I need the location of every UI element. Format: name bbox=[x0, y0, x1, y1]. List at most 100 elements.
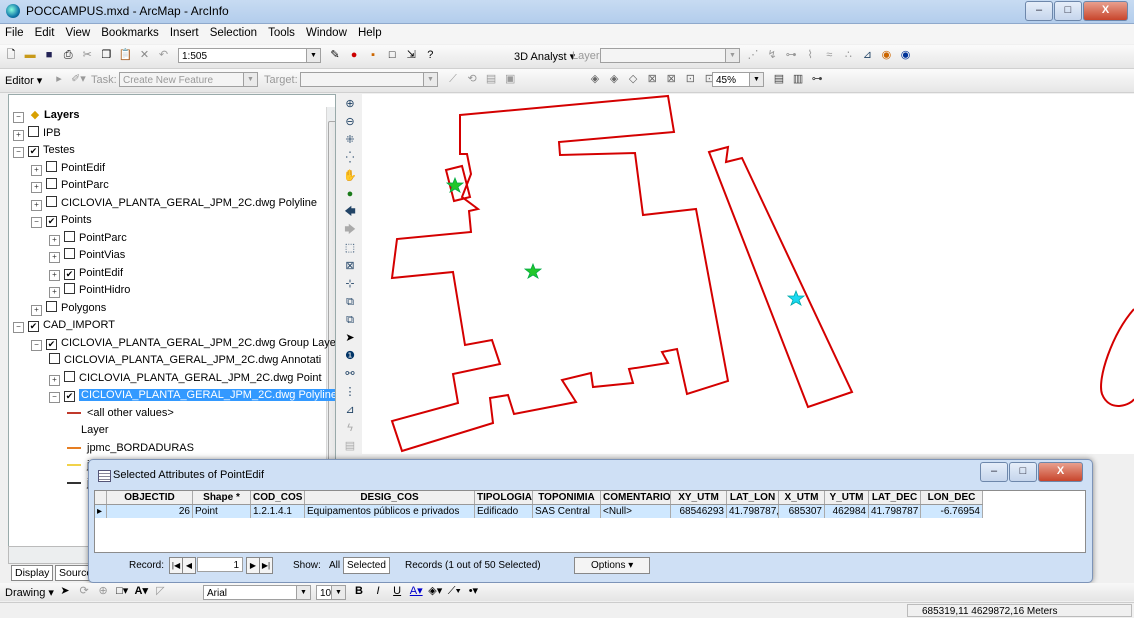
interpolate-line-icon[interactable]: ⋰ bbox=[746, 48, 760, 62]
editor-toolbar-icon[interactable]: ✎ bbox=[328, 48, 342, 62]
marker-color-icon[interactable]: •▾ bbox=[466, 584, 480, 598]
layer-checkbox[interactable] bbox=[46, 195, 57, 207]
zoom-in-icon[interactable]: ⊕ bbox=[342, 96, 358, 112]
table-cell[interactable]: Point bbox=[193, 505, 251, 518]
close-button[interactable]: X bbox=[1083, 1, 1128, 21]
table-cell[interactable]: 68546293 bbox=[671, 505, 727, 518]
line-symbol[interactable] bbox=[67, 481, 81, 484]
collapse-icon[interactable]: − bbox=[13, 147, 24, 158]
show-all-button[interactable]: All bbox=[329, 560, 340, 571]
editor-menu[interactable]: Editor ▾ bbox=[5, 74, 42, 87]
expand-icon[interactable]: + bbox=[31, 304, 42, 316]
line-color-icon[interactable]: ⟋▾ bbox=[447, 584, 461, 598]
layer-checkbox[interactable]: ✔ bbox=[46, 216, 57, 227]
python-icon[interactable]: ⇲ bbox=[404, 48, 418, 62]
table-cell[interactable]: 26 bbox=[107, 505, 193, 518]
steepest-path-icon[interactable]: ↯ bbox=[765, 48, 779, 62]
identify-layers-icon[interactable]: ⧉ bbox=[342, 294, 358, 310]
toc-item[interactable]: + PointParc bbox=[31, 177, 109, 194]
line-symbol[interactable] bbox=[67, 464, 81, 467]
toc-item[interactable]: Layer bbox=[81, 422, 109, 439]
layer-checkbox[interactable] bbox=[64, 230, 75, 242]
bold-icon[interactable]: B bbox=[352, 584, 366, 598]
transparency-field[interactable]: 45% ▼ bbox=[712, 72, 764, 87]
layer-checkbox[interactable] bbox=[64, 283, 75, 294]
table-cell[interactable]: 685307 bbox=[779, 505, 825, 518]
fixed-zoom-out-icon[interactable]: ⁛ bbox=[342, 150, 358, 166]
open-folder-icon[interactable]: ▬ bbox=[23, 48, 37, 62]
cut-icon[interactable]: ✂ bbox=[80, 48, 94, 62]
edit-vertices-icon[interactable]: ◸ bbox=[153, 584, 167, 598]
column-header[interactable]: COMENTARIO bbox=[601, 491, 671, 504]
chevron-down-icon[interactable]: ▼ bbox=[749, 73, 763, 86]
scrollbar-thumb[interactable] bbox=[328, 121, 335, 468]
expand-icon[interactable]: + bbox=[49, 269, 60, 281]
layer-dropdown[interactable]: ▼ bbox=[600, 48, 740, 63]
font-color-icon[interactable]: A▾ bbox=[409, 584, 423, 598]
task-dropdown[interactable]: Create New Feature ▼ bbox=[119, 72, 258, 87]
tab-display[interactable]: Display bbox=[11, 565, 54, 581]
go-to-xy-icon[interactable]: ⋮ bbox=[342, 384, 358, 400]
copy-icon[interactable]: ❐ bbox=[99, 48, 113, 62]
table-row[interactable]: ▸ 26 Point 1.2.1.4.1 Equipamentos públicos e… bbox=[95, 505, 983, 518]
table-cell[interactable]: 1.2.1.4.1 bbox=[251, 505, 305, 518]
3d-analyst-menu[interactable]: 3D Analyst ▾ bbox=[514, 50, 575, 63]
menu-selection[interactable]: Selection bbox=[205, 24, 260, 39]
column-header[interactable]: LAT_LON bbox=[727, 491, 779, 504]
chevron-down-icon[interactable]: ▼ bbox=[725, 49, 739, 62]
expand-icon[interactable]: + bbox=[49, 234, 60, 246]
toc-item[interactable]: jpmc_BORDADURAS bbox=[67, 440, 194, 457]
layer-checkbox[interactable]: ✔ bbox=[46, 338, 57, 350]
table-cell[interactable]: <Null> bbox=[601, 505, 671, 518]
profile-graph-icon[interactable]: ⊿ bbox=[860, 48, 874, 62]
map-canvas[interactable] bbox=[362, 94, 1134, 454]
table-cell[interactable]: 462984 bbox=[825, 505, 869, 518]
undo-icon[interactable]: ↶ bbox=[157, 48, 171, 62]
toc-item[interactable]: + ✔ PointEdif bbox=[49, 265, 123, 282]
arcglobe-icon[interactable]: ◉ bbox=[899, 48, 913, 62]
toc-item[interactable]: − ✔ CICLOVIA_PLANTA_GERAL_JPM_2C.dwg Group… bbox=[31, 335, 335, 352]
rotate-tool-icon[interactable]: ⟲ bbox=[465, 72, 479, 86]
layer-checkbox[interactable] bbox=[28, 125, 39, 137]
zoom-whole-page-icon[interactable]: ⊕ bbox=[96, 584, 110, 598]
find-binoculars-icon[interactable]: ⚯ bbox=[342, 366, 358, 382]
font-dropdown[interactable]: Arial ▼ bbox=[203, 585, 311, 600]
split-tool-icon[interactable]: ⟋ bbox=[446, 72, 460, 86]
pointer-icon[interactable]: ➤ bbox=[342, 330, 358, 346]
pan-icon[interactable]: ✋ bbox=[342, 168, 358, 184]
record-number-field[interactable]: 1 bbox=[197, 557, 243, 572]
options-button[interactable]: Options ▾ bbox=[574, 557, 651, 574]
create-profile-icon[interactable]: ⌇ bbox=[803, 48, 817, 62]
table-cell[interactable]: 41.798787 bbox=[869, 505, 921, 518]
swipe-layer-icon[interactable]: ◈ bbox=[588, 72, 602, 86]
column-header[interactable]: TOPONIMIA bbox=[533, 491, 601, 504]
collapse-icon[interactable]: − bbox=[31, 217, 42, 228]
minimize-button[interactable]: – bbox=[980, 462, 1008, 482]
maximize-button[interactable]: □ bbox=[1009, 462, 1037, 482]
toc-item[interactable]: + PointHidro bbox=[49, 282, 130, 299]
georef-icon[interactable]: ⊠ bbox=[664, 72, 678, 86]
point-icon[interactable]: ∴ bbox=[841, 48, 855, 62]
flicker-layer-icon[interactable]: ◈ bbox=[607, 72, 621, 86]
identify-icon[interactable]: ❶ bbox=[342, 348, 358, 364]
layer-checkbox[interactable]: ✔ bbox=[28, 321, 39, 332]
layer-checkbox[interactable]: ✔ bbox=[64, 391, 75, 402]
toc-item[interactable]: + Polygons bbox=[31, 300, 106, 317]
menu-tools[interactable]: Tools bbox=[263, 24, 298, 39]
georef-icon[interactable]: ⊠ bbox=[645, 72, 659, 86]
expand-icon[interactable]: + bbox=[31, 164, 42, 176]
toc-item[interactable]: + CICLOVIA_PLANTA_GERAL_JPM_2C.dwg Polyli… bbox=[31, 195, 317, 212]
fixed-zoom-in-icon[interactable]: ⁜ bbox=[342, 132, 358, 148]
line-symbol[interactable] bbox=[67, 446, 81, 449]
report-icon[interactable]: ▥ bbox=[791, 72, 805, 86]
zoom-out-icon[interactable]: ⊖ bbox=[342, 114, 358, 130]
toc-item[interactable]: + PointEdif bbox=[31, 160, 105, 177]
contour-icon[interactable]: ≈ bbox=[822, 48, 836, 62]
italic-icon[interactable]: I bbox=[371, 584, 385, 598]
menu-file[interactable]: File bbox=[0, 24, 27, 39]
table-cell[interactable]: 41.798787, bbox=[727, 505, 779, 518]
fill-color-icon[interactable]: ◈▾ bbox=[428, 584, 442, 598]
identify-layers-icon[interactable]: ⧉ bbox=[342, 312, 358, 328]
whats-this-icon[interactable]: ? bbox=[423, 48, 437, 62]
collapse-icon[interactable]: − bbox=[13, 322, 24, 333]
